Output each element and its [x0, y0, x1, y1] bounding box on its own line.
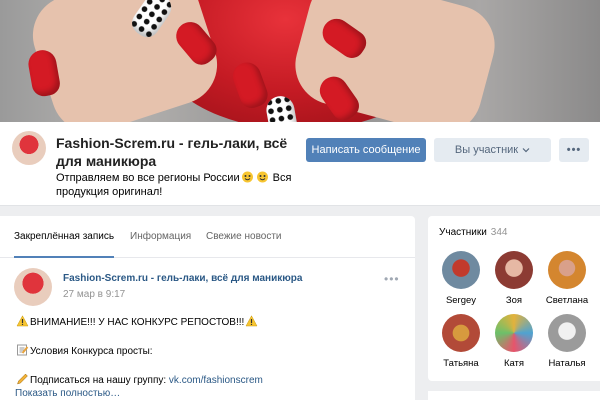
warning-icon: [245, 315, 258, 327]
avatar: [495, 251, 533, 289]
member-name: Sergey: [445, 295, 477, 306]
smile-emoji-icon: [241, 171, 253, 183]
avatar: [548, 314, 586, 352]
post-author-avatar[interactable]: [14, 268, 52, 306]
memo-icon: [17, 344, 29, 356]
tab-news[interactable]: Свежие новости: [206, 216, 282, 258]
member-name: Зоя: [505, 295, 523, 306]
group-status: Отправляем во все регионы России Вся про…: [56, 171, 301, 199]
tab-info[interactable]: Информация: [130, 216, 191, 258]
smile-emoji-icon: [256, 171, 268, 183]
member-item[interactable]: Татьяна: [438, 314, 484, 369]
wall-tabs: Закреплённая запись Информация Свежие но…: [0, 216, 415, 258]
post-line: Подписаться на нашу группу: vk.com/fashi…: [15, 373, 263, 386]
post-author-link[interactable]: Fashion-Screm.ru - гель-лаки, всё для ма…: [63, 273, 302, 284]
post-line-text: Условия Конкурса просты:: [30, 346, 153, 357]
avatar: [495, 314, 533, 352]
member-label: Вы участник: [454, 144, 519, 156]
post-line: ВНИМАНИЕ!!! У НАС КОНКУРС РЕПОСТОВ!!!: [15, 315, 259, 328]
post-line-text: Подписаться на нашу группу:: [30, 375, 169, 386]
post-line-text: ВНИМАНИЕ!!! У НАС КОНКУРС РЕПОСТОВ!!!: [30, 317, 245, 328]
show-more-link[interactable]: Показать полностью…: [15, 388, 120, 399]
member-item[interactable]: Наталья: [544, 314, 590, 369]
group-link[interactable]: vk.com/fashionscrem: [169, 375, 263, 386]
members-count: 344: [490, 227, 508, 238]
group-header: Fashion-Screm.ru - гель-лаки, всё для ма…: [0, 122, 600, 206]
warning-icon: [16, 315, 29, 327]
member-name: Наталья: [548, 358, 586, 369]
member-name: Светлана: [545, 295, 589, 306]
avatar: [442, 251, 480, 289]
member-item[interactable]: Sergey: [438, 251, 484, 306]
wall-card: Закреплённая запись Информация Свежие но…: [0, 216, 415, 400]
post-line: Условия Конкурса просты:: [15, 344, 153, 357]
status-text: Отправляем во все регионы России: [56, 172, 240, 184]
avatar: [442, 314, 480, 352]
pencil-icon: [17, 373, 28, 385]
next-card-edge: [428, 391, 600, 400]
members-card: Участники 344 Sergey Зоя Светлана Татьяна…: [428, 216, 600, 381]
member-item[interactable]: Светлана: [544, 251, 590, 306]
post-more-icon[interactable]: •••: [384, 272, 400, 286]
group-avatar[interactable]: [12, 131, 46, 165]
member-dropdown-button[interactable]: Вы участник: [434, 138, 551, 162]
chevron-down-icon: [522, 148, 530, 153]
member-name: Татьяна: [443, 358, 479, 369]
more-actions-button[interactable]: •••: [559, 138, 589, 162]
tab-pinned[interactable]: Закреплённая запись: [14, 216, 115, 258]
cover-image: [0, 0, 600, 122]
write-message-button[interactable]: Написать сообщение: [306, 138, 426, 162]
members-title-label: Участники: [439, 227, 487, 238]
member-item[interactable]: Зоя: [491, 251, 537, 306]
members-title[interactable]: Участники 344: [439, 227, 507, 238]
member-name: Катя: [503, 358, 525, 369]
post-date[interactable]: 27 мар в 9:17: [63, 289, 125, 300]
avatar: [548, 251, 586, 289]
group-name: Fashion-Screm.ru - гель-лаки, всё для ма…: [56, 135, 288, 169]
member-item[interactable]: Катя: [491, 314, 537, 369]
